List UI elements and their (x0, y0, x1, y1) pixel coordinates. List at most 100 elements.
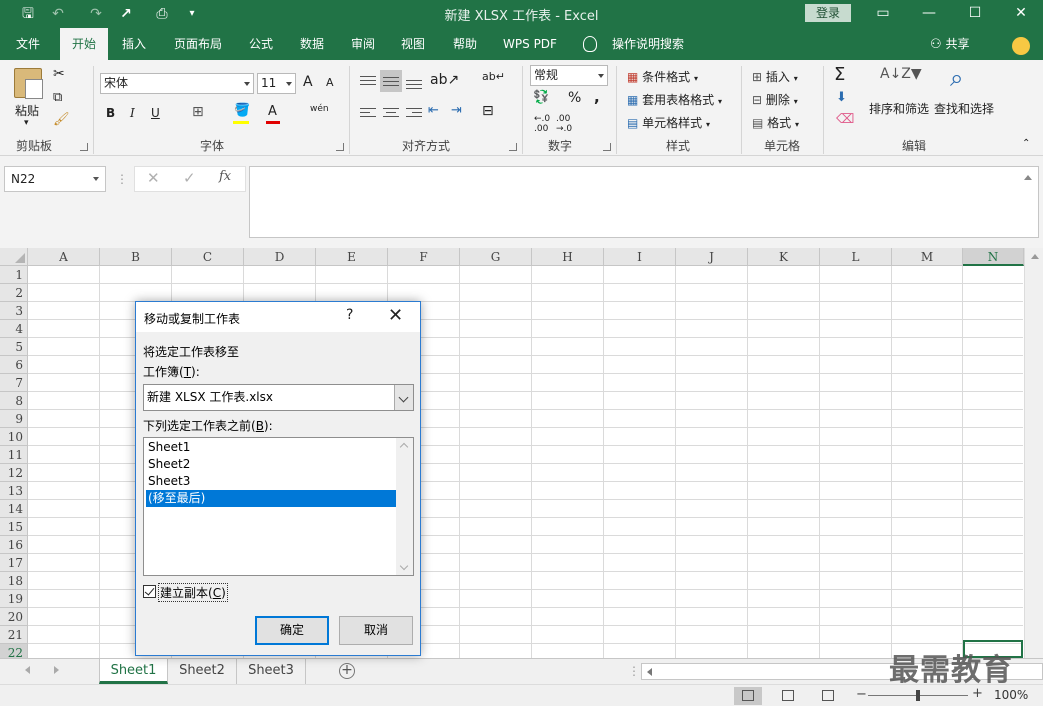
font-color-icon[interactable]: A (268, 104, 277, 119)
format-as-table-button[interactable]: ▦ 套用表格格式 ▾ (627, 91, 722, 108)
workbook-select[interactable]: 新建 XLSX 工作表.xlsx (143, 384, 414, 411)
number-launcher-icon[interactable] (603, 143, 611, 151)
share-button[interactable]: ⚇ 共享 (930, 28, 970, 60)
next-sheet-icon[interactable] (54, 666, 59, 674)
align-middle-icon[interactable] (380, 70, 402, 92)
alignment-launcher-icon[interactable] (509, 143, 517, 151)
help-icon[interactable]: ? (346, 307, 353, 323)
tab-data[interactable]: 数据 (290, 28, 334, 60)
increase-decimal-icon[interactable]: ←.0.00 (534, 114, 550, 134)
scroll-up-icon[interactable] (399, 442, 409, 452)
tab-splitter[interactable]: ⋮ (628, 664, 640, 678)
row-header-13[interactable]: 13 (0, 482, 28, 500)
row-header-14[interactable]: 14 (0, 500, 28, 518)
feedback-smiley-icon[interactable] (1012, 37, 1030, 55)
merge-center-icon[interactable]: ⊟ (482, 103, 494, 119)
fill-icon[interactable]: ⬇ (836, 90, 847, 105)
expand-formula-bar-icon[interactable] (1024, 175, 1032, 180)
column-header-j[interactable]: J (676, 248, 748, 266)
paste-button-label[interactable]: 粘贴 (15, 102, 39, 119)
row-header-4[interactable]: 4 (0, 320, 28, 338)
row-header-8[interactable]: 8 (0, 392, 28, 410)
row-header-7[interactable]: 7 (0, 374, 28, 392)
normal-view-button[interactable] (734, 687, 762, 705)
column-header-f[interactable]: F (388, 248, 460, 266)
sheet-tab-sheet1[interactable]: Sheet1 (99, 659, 168, 684)
delete-cells-button[interactable]: ⊟ 删除 ▾ (752, 91, 798, 108)
row-header-16[interactable]: 16 (0, 536, 28, 554)
add-sheet-button[interactable]: + (339, 663, 355, 679)
paste-dropdown-icon[interactable]: ▾ (24, 118, 29, 128)
column-header-k[interactable]: K (748, 248, 820, 266)
scroll-down-icon[interactable] (399, 561, 409, 571)
column-header-e[interactable]: E (316, 248, 388, 266)
zoom-level[interactable]: 100% (994, 688, 1028, 702)
row-header-12[interactable]: 12 (0, 464, 28, 482)
tab-page-layout[interactable]: 页面布局 (166, 28, 230, 60)
format-cells-button[interactable]: ▤ 格式 ▾ (752, 114, 799, 131)
row-header-1[interactable]: 1 (0, 266, 28, 284)
close-icon[interactable]: ✕ (388, 305, 403, 326)
ok-button[interactable]: 确定 (255, 616, 329, 645)
list-scrollbar[interactable] (396, 438, 413, 575)
collapse-ribbon-icon[interactable]: ⌃ (1022, 138, 1030, 149)
row-header-15[interactable]: 15 (0, 518, 28, 536)
row-header-18[interactable]: 18 (0, 572, 28, 590)
zoom-slider-thumb[interactable] (916, 690, 920, 701)
number-format-combo[interactable]: 常规 (530, 65, 608, 86)
column-header-a[interactable]: A (28, 248, 100, 266)
decrease-indent-icon[interactable]: ⇤ (428, 103, 439, 118)
column-header-c[interactable]: C (172, 248, 244, 266)
orientation-icon[interactable]: ab↗ (430, 72, 459, 88)
insert-cells-button[interactable]: ⊞ 插入 ▾ (752, 68, 798, 85)
format-painter-icon[interactable]: 🖌 (53, 112, 70, 127)
row-header-19[interactable]: 19 (0, 590, 28, 608)
borders-icon[interactable]: ⊞ (192, 104, 204, 120)
prev-sheet-icon[interactable] (25, 666, 30, 674)
tab-help[interactable]: 帮助 (444, 28, 486, 60)
close-window-icon[interactable]: ✕ (998, 0, 1043, 28)
column-header-l[interactable]: L (820, 248, 892, 266)
list-item-sheet2[interactable]: Sheet2 (146, 456, 396, 473)
create-copy-checkbox[interactable] (143, 585, 156, 598)
sheet-tab-sheet2[interactable]: Sheet2 (168, 659, 237, 684)
row-header-17[interactable]: 17 (0, 554, 28, 572)
cancel-button[interactable]: 取消 (339, 616, 413, 645)
tab-review[interactable]: 审阅 (342, 28, 384, 60)
font-launcher-icon[interactable] (336, 143, 344, 151)
column-header-i[interactable]: I (604, 248, 676, 266)
tell-me-search[interactable]: 操作说明搜索 (606, 28, 690, 60)
sheet-tab-sheet3[interactable]: Sheet3 (237, 659, 306, 684)
column-header-b[interactable]: B (100, 248, 172, 266)
find-select-button[interactable]: 查找和选择 (934, 100, 994, 117)
wrap-text-icon[interactable]: ab↵ (482, 70, 505, 83)
formula-input[interactable] (249, 166, 1039, 238)
bold-button[interactable]: B (106, 106, 115, 120)
list-item-sheet3[interactable]: Sheet3 (146, 473, 396, 490)
zoom-out-button[interactable]: − (856, 687, 867, 702)
clipboard-launcher-icon[interactable] (80, 143, 88, 151)
minimize-icon[interactable]: — (906, 0, 952, 28)
tab-view[interactable]: 视图 (392, 28, 434, 60)
row-header-9[interactable]: 9 (0, 410, 28, 428)
row-header-21[interactable]: 21 (0, 626, 28, 644)
column-header-d[interactable]: D (244, 248, 316, 266)
chevron-down-icon[interactable] (394, 385, 413, 410)
decrease-decimal-icon[interactable]: .00 →.0 (556, 114, 572, 134)
conditional-formatting-button[interactable]: ▦ 条件格式 ▾ (627, 68, 698, 85)
percent-style-icon[interactable]: % (568, 90, 581, 106)
comma-style-icon[interactable]: , (594, 88, 600, 106)
row-header-11[interactable]: 11 (0, 446, 28, 464)
cell-styles-button[interactable]: ▤ 单元格样式 ▾ (627, 114, 710, 131)
paste-icon[interactable] (14, 68, 43, 99)
cut-icon[interactable]: ✂ (53, 66, 65, 82)
autosum-icon[interactable]: Σ (834, 64, 845, 85)
page-layout-view-button[interactable] (774, 687, 802, 705)
vertical-scrollbar[interactable] (1024, 248, 1043, 658)
shrink-font-icon[interactable]: A (326, 76, 334, 89)
before-sheet-list[interactable]: Sheet1 Sheet2 Sheet3 (移至最后) (143, 437, 414, 576)
column-header-n[interactable]: N (963, 248, 1024, 266)
grow-font-icon[interactable]: A (303, 74, 313, 90)
column-header-g[interactable]: G (460, 248, 532, 266)
row-header-6[interactable]: 6 (0, 356, 28, 374)
